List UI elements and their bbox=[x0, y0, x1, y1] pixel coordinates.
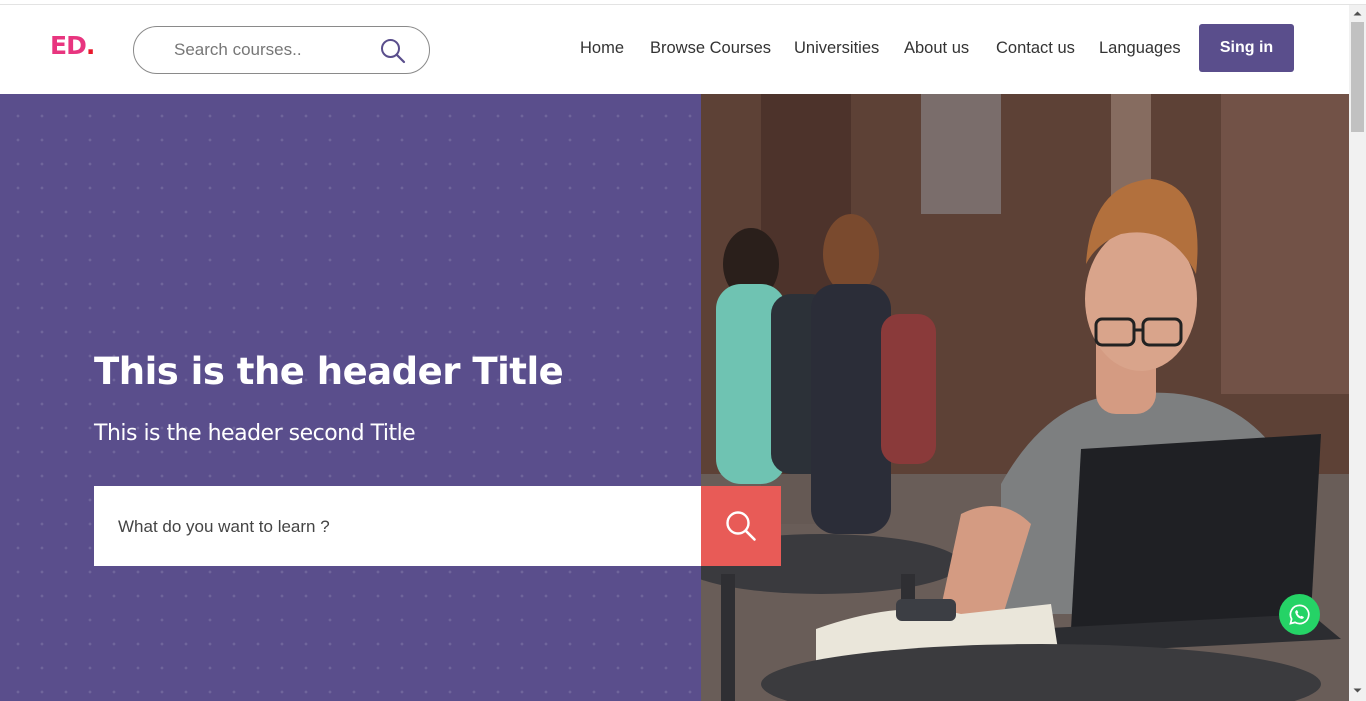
logo-dot: . bbox=[85, 31, 95, 60]
site-header: ED. Home Browse Courses Universities Abo… bbox=[0, 5, 1349, 94]
search-icon[interactable] bbox=[380, 38, 406, 64]
whatsapp-chat-button[interactable] bbox=[1279, 594, 1320, 635]
hero-banner bbox=[0, 94, 701, 701]
nav-languages[interactable]: Languages bbox=[1099, 39, 1181, 58]
scroll-up-arrow-icon[interactable] bbox=[1349, 5, 1366, 22]
learn-search-input[interactable] bbox=[118, 513, 678, 541]
header-search-input[interactable] bbox=[174, 37, 374, 63]
learn-search-button[interactable] bbox=[701, 486, 781, 566]
sign-in-button[interactable]: Sing in bbox=[1199, 24, 1294, 72]
logo-text: ED bbox=[50, 31, 87, 60]
nav-about-us[interactable]: About us bbox=[904, 39, 969, 58]
nav-home[interactable]: Home bbox=[580, 39, 624, 58]
hero-title: This is the header Title bbox=[94, 350, 564, 393]
header-search bbox=[133, 26, 430, 74]
nav-browse-courses[interactable]: Browse Courses bbox=[650, 39, 771, 58]
hero-subtitle: This is the header second Title bbox=[94, 421, 416, 446]
learn-search-box bbox=[94, 486, 701, 566]
whatsapp-icon bbox=[1289, 604, 1310, 625]
hero-photo bbox=[701, 94, 1349, 701]
search-icon bbox=[726, 511, 756, 541]
nav-universities[interactable]: Universities bbox=[794, 39, 879, 58]
scroll-down-arrow-icon[interactable] bbox=[1349, 682, 1366, 699]
site-logo[interactable]: ED. bbox=[50, 31, 95, 60]
nav-contact-us[interactable]: Contact us bbox=[996, 39, 1075, 58]
scrollbar-thumb[interactable] bbox=[1351, 22, 1364, 132]
